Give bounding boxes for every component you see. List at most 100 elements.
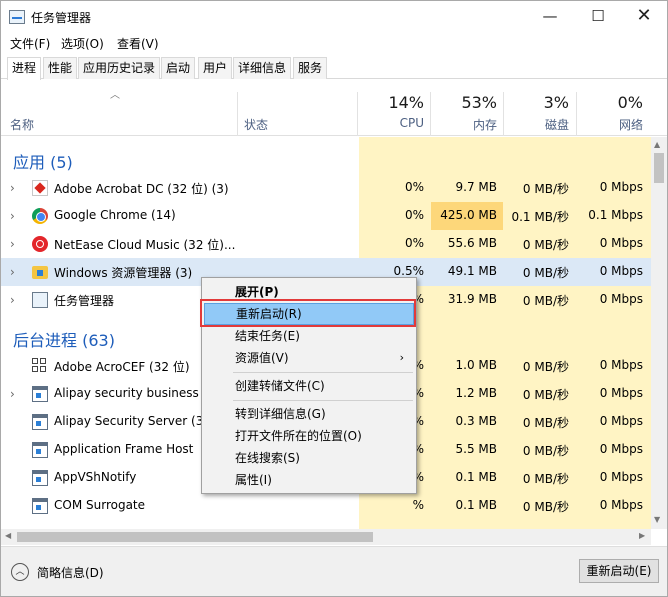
column-memory[interactable]: 内存 [431, 116, 497, 133]
menu-item-search-online[interactable]: 在线搜索(S) [204, 447, 414, 469]
restart-highlight-box [200, 299, 416, 327]
menu-bar: 文件(F) 选项(O) 查看(V) [1, 33, 667, 53]
memory-total-percent: 53% [461, 93, 497, 112]
process-row[interactable]: › NetEase Cloud Music (32 位)... 0% 55.6 … [1, 230, 651, 258]
menu-item-open-file-location[interactable]: 打开文件所在的位置(O) [204, 425, 414, 447]
column-divider [357, 92, 358, 136]
disk-value: 0 MB/秒 [522, 238, 569, 252]
process-name: AppVShNotify [54, 470, 137, 484]
menu-separator [233, 372, 413, 373]
fewer-details-link[interactable]: 简略信息(D) [37, 564, 104, 581]
app-icon [32, 470, 48, 486]
cpu-value: 0% [404, 236, 424, 250]
menu-item-go-to-details[interactable]: 转到详细信息(G) [204, 403, 414, 425]
expand-chevron-icon[interactable]: › [10, 387, 15, 401]
menu-options[interactable]: 选项(O) [61, 35, 104, 52]
process-name: COM Surrogate [54, 498, 146, 512]
expand-chevron-icon[interactable]: › [10, 181, 15, 195]
network-value: 0 Mbps [599, 358, 643, 372]
memory-value: 31.9 MB [447, 292, 497, 306]
horizontal-scroll-thumb[interactable] [17, 532, 373, 542]
task-manager-window: 任务管理器 — ☐ ✕ 文件(F) 选项(O) 查看(V) 进程 性能 应用历史… [0, 0, 668, 597]
acrobat-icon [32, 180, 48, 196]
process-name: Adobe AcroCEF (32 位) [54, 360, 190, 374]
process-name: 任务管理器 [54, 294, 115, 308]
column-cpu[interactable]: CPU [361, 116, 424, 130]
memory-value: 0.3 MB [455, 414, 497, 428]
disk-value: 0 MB/秒 [522, 182, 569, 196]
menu-separator [233, 400, 413, 401]
tab-services[interactable]: 服务 [293, 57, 328, 79]
disk-total-percent: 3% [543, 93, 569, 112]
tab-performance[interactable]: 性能 [43, 57, 78, 79]
scroll-up-icon[interactable]: ▲ [654, 140, 660, 149]
tab-users[interactable]: 用户 [198, 57, 233, 79]
tab-processes[interactable]: 进程 [7, 57, 42, 80]
column-network[interactable]: 网络 [577, 116, 643, 133]
maximize-button[interactable]: ☐ [575, 1, 621, 33]
menu-view[interactable]: 查看(V) [117, 35, 159, 52]
expand-chevron-icon[interactable]: › [10, 209, 15, 223]
restart-button[interactable]: 重新启动(E) [579, 559, 659, 583]
network-value: 0 Mbps [599, 264, 643, 278]
process-name: Windows 资源管理器 (3) [54, 266, 193, 280]
process-name: NetEase Cloud Music (32 位)... [54, 238, 236, 252]
netease-icon [32, 236, 48, 252]
folder-icon [32, 266, 48, 279]
column-status[interactable]: 状态 [244, 116, 268, 133]
memory-value: 5.5 MB [455, 442, 497, 456]
menu-item-properties[interactable]: 属性(I) [204, 469, 414, 491]
network-value: 0 Mbps [599, 414, 643, 428]
menu-item-resource-values[interactable]: 资源值(V) › [204, 347, 414, 369]
title-bar: 任务管理器 — ☐ ✕ [1, 1, 667, 33]
process-row[interactable]: COM Surrogate % 0.1 MB 0 MB/秒 0 Mbps [1, 492, 651, 520]
cpu-value: 0% [404, 180, 424, 194]
menu-item-label: 资源值(V) [235, 351, 289, 365]
scroll-left-icon[interactable]: ◀ [5, 531, 11, 540]
disk-value: 0 MB/秒 [522, 388, 569, 402]
collapse-up-icon[interactable]: ︿ [11, 563, 29, 581]
menu-item-create-dump[interactable]: 创建转储文件(C) [204, 375, 414, 397]
horizontal-scrollbar[interactable]: ◀ ▶ [1, 529, 651, 545]
process-name: Alipay Security Server (32 [54, 414, 211, 428]
minimize-button[interactable]: — [527, 1, 573, 33]
scroll-down-icon[interactable]: ▼ [654, 515, 660, 524]
vertical-scroll-thumb[interactable] [654, 153, 664, 183]
memory-value: 0.1 MB [455, 470, 497, 484]
disk-value: 0 MB/秒 [522, 360, 569, 374]
expand-chevron-icon[interactable]: › [10, 293, 15, 307]
tab-app-history[interactable]: 应用历史记录 [78, 57, 161, 79]
disk-value: 0 MB/秒 [522, 500, 569, 514]
menu-file[interactable]: 文件(F) [10, 35, 50, 52]
network-value: 0 Mbps [599, 386, 643, 400]
disk-value: 0 MB/秒 [522, 266, 569, 280]
cpu-value: 0% [404, 208, 424, 222]
cpu-total-percent: 14% [388, 93, 424, 112]
network-value: 0 Mbps [599, 180, 643, 194]
tab-bar: 进程 性能 应用历史记录 启动 用户 详细信息 服务 [1, 57, 667, 80]
vertical-scrollbar[interactable]: ▲ ▼ [651, 137, 667, 529]
expand-chevron-icon[interactable]: › [10, 237, 15, 251]
process-row[interactable]: › Google Chrome (14) 0% 425.0 MB 0.1 MB/… [1, 202, 651, 230]
task-manager-icon [9, 10, 25, 24]
close-button[interactable]: ✕ [621, 1, 667, 33]
column-name[interactable]: 名称 [10, 116, 34, 133]
window-title: 任务管理器 [31, 11, 92, 25]
menu-item-end-task[interactable]: 结束任务(E) [204, 325, 414, 347]
expand-chevron-icon[interactable]: › [10, 265, 15, 279]
tab-startup[interactable]: 启动 [161, 57, 196, 79]
process-name: Alipay security business s [54, 386, 209, 400]
scroll-right-icon[interactable]: ▶ [639, 531, 645, 540]
tab-details[interactable]: 详细信息 [233, 57, 292, 79]
chrome-icon [32, 208, 48, 224]
column-divider [237, 92, 238, 136]
memory-value: 55.6 MB [447, 236, 497, 250]
memory-value: 1.0 MB [455, 358, 497, 372]
network-value: 0.1 Mbps [588, 208, 643, 222]
process-row[interactable]: › Adobe Acrobat DC (32 位) (3) 0% 9.7 MB … [1, 174, 651, 202]
column-disk[interactable]: 磁盘 [503, 116, 569, 133]
disk-value: 0 MB/秒 [522, 416, 569, 430]
memory-value: 49.1 MB [447, 264, 497, 278]
network-value: 0 Mbps [599, 442, 643, 456]
acrocef-icon [32, 358, 48, 374]
